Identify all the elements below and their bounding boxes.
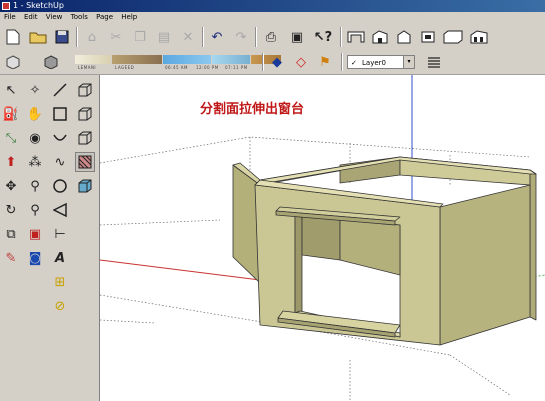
material-swatch-4[interactable]	[212, 55, 250, 64]
window-title: 1 - SketchUp	[13, 1, 64, 10]
xray-icon[interactable]	[3, 53, 23, 71]
paint-bucket-small-icon[interactable]: ⚑	[316, 53, 334, 71]
box-icon-2[interactable]	[75, 104, 95, 124]
circle-icon[interactable]	[50, 176, 70, 196]
standard-toolbar: ⌂ ✂ ❐ ▤ ✕ ↶ ↷ ⎙ ▣ ↖?	[0, 23, 545, 52]
position-camera-icon[interactable]: ◙	[25, 248, 45, 268]
material-swatch-3[interactable]	[163, 55, 211, 64]
cut-icon[interactable]: ✂	[106, 27, 126, 47]
freehand-icon[interactable]: ∿	[50, 152, 70, 172]
select-icon[interactable]: ↖	[1, 80, 21, 100]
erase-icon[interactable]: ⌂	[82, 27, 102, 47]
delete-icon[interactable]: ✕	[178, 27, 198, 47]
undo-icon[interactable]: ↶	[207, 27, 227, 47]
orbit-icon[interactable]: ✧	[25, 80, 45, 100]
zoom-extents-icon[interactable]: ▣	[25, 224, 45, 244]
text-icon[interactable]: A	[50, 248, 70, 268]
print-icon[interactable]: ⎙	[261, 27, 281, 47]
shaded-icon[interactable]	[41, 53, 61, 71]
zoom-window-icon[interactable]: ⚲	[25, 200, 45, 220]
layer-dropdown-icon[interactable]: ▾	[403, 56, 414, 68]
view-back-icon[interactable]	[442, 28, 464, 46]
menu-help[interactable]: Help	[121, 12, 137, 23]
layer-manager-icon[interactable]: ◆	[268, 53, 286, 71]
redo-icon[interactable]: ↷	[231, 27, 251, 47]
title-bar: 1 - SketchUp	[0, 0, 545, 12]
walk-icon[interactable]: ⁂	[25, 152, 45, 172]
model-info-icon[interactable]: ▣	[287, 27, 307, 47]
menu-edit[interactable]: Edit	[24, 12, 38, 23]
layer-select[interactable]: ✓ Layer0 ▾	[347, 55, 415, 69]
look-around-icon[interactable]: ◉	[25, 128, 45, 148]
material-label-3: 06:45 AM	[165, 65, 188, 70]
layers-icon[interactable]	[424, 53, 444, 71]
polygon-icon[interactable]	[50, 200, 70, 220]
save-icon[interactable]	[52, 27, 72, 47]
3d-text-icon[interactable]: ⊞	[50, 272, 70, 292]
dimension-icon[interactable]: ⊢	[50, 224, 70, 244]
zoom-icon[interactable]: ⚲	[25, 176, 45, 196]
menu-view[interactable]: View	[46, 12, 63, 23]
section-plane-icon[interactable]: ⊘	[50, 296, 70, 316]
material-swatch-2[interactable]	[112, 55, 162, 64]
copy-icon[interactable]: ❐	[130, 27, 150, 47]
arc-icon[interactable]	[50, 128, 70, 148]
box-icon-3[interactable]	[75, 128, 95, 148]
menu-file[interactable]: File	[4, 12, 16, 23]
annotation-caption: 分割面拉伸出窗台	[200, 102, 305, 117]
model-canvas[interactable]	[100, 75, 545, 401]
box-icon-1[interactable]	[75, 80, 95, 100]
pan-icon[interactable]: ✋	[25, 104, 45, 124]
new-file-icon[interactable]	[3, 27, 23, 47]
view-right-icon[interactable]	[418, 28, 438, 46]
room-model	[232, 156, 537, 346]
view-front-icon[interactable]	[394, 28, 414, 46]
scale-icon[interactable]: ⧉	[1, 224, 21, 244]
layer-check-icon: ✓	[351, 59, 357, 67]
layer-name: Layer0	[362, 59, 386, 67]
rotate-icon[interactable]: ↻	[1, 200, 21, 220]
view-top-icon[interactable]	[346, 28, 366, 46]
view-iso-icon[interactable]	[370, 28, 390, 46]
red-axis	[100, 259, 261, 281]
hide-icon[interactable]: ◇	[292, 53, 310, 71]
drawing-viewport[interactable]	[100, 75, 545, 401]
tool-palette: ↖ ⛽ ⤡ ⬆ ✥ ↻ ⧉ ✎ ✧ ✋ ◉ ⁂ ⚲ ⚲ ▣ ◙ ∿ ⊢ A ⊞ …	[0, 75, 100, 401]
context-help-icon[interactable]: ↖?	[313, 27, 333, 47]
open-folder-icon[interactable]	[27, 27, 49, 47]
material-label-2: LAGEED	[115, 65, 135, 70]
paste-icon[interactable]: ▤	[154, 27, 174, 47]
material-label-1: LEMANI	[78, 65, 97, 70]
move-rotate-icon[interactable]: ⤡	[1, 128, 21, 148]
line-icon[interactable]	[50, 80, 70, 100]
move-icon[interactable]: ✥	[1, 176, 21, 196]
rectangle-icon[interactable]	[50, 104, 70, 124]
material-label-4: 12:00 PM	[196, 65, 219, 70]
menu-tools[interactable]: Tools	[71, 12, 88, 23]
hidden-line-icon[interactable]	[75, 152, 95, 172]
material-swatch-1[interactable]	[75, 55, 111, 64]
paint-bucket-icon[interactable]: ⛽	[1, 104, 21, 124]
view-left-icon[interactable]	[468, 28, 490, 46]
tape-measure-icon[interactable]: ✎	[1, 248, 21, 268]
push-pull-icon[interactable]: ⬆	[1, 152, 21, 172]
material-label-5: 07:11 PM	[225, 65, 248, 70]
app-icon	[2, 2, 10, 10]
menu-bar: File Edit View Tools Page Help	[0, 12, 545, 23]
shaded-texture-icon[interactable]	[75, 176, 95, 196]
menu-page[interactable]: Page	[96, 12, 113, 23]
